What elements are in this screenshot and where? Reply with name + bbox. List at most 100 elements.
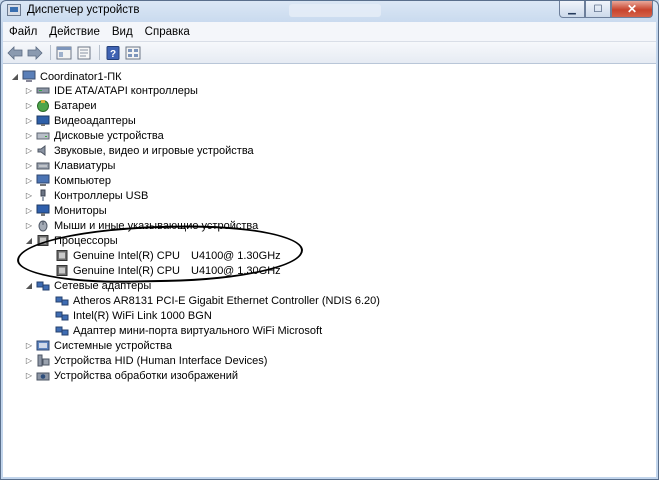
back-button[interactable] — [6, 45, 24, 61]
tree-item-batteries[interactable]: ▷ Батареи — [25, 98, 97, 113]
tree-item-display-adapters[interactable]: ▷ Видеоадаптеры — [25, 113, 136, 128]
expand-icon[interactable]: ▷ — [25, 341, 33, 350]
collapse-icon[interactable]: ◢ — [11, 72, 19, 81]
help-icon: ? — [106, 45, 120, 60]
tree-item-cpu-0[interactable]: Genuine Intel(R) CPU U4100 @ 1.30GHz — [55, 248, 281, 263]
tree-label: Дисковые устройства — [54, 129, 164, 142]
tree-item-hid[interactable]: ▷ Устройства HID (Human Interface Device… — [25, 353, 267, 368]
tree-item-net-1[interactable]: Intel(R) WiFi Link 1000 BGN — [55, 308, 212, 323]
properties-icon — [77, 46, 91, 59]
tree-label: Компьютер — [54, 174, 111, 187]
tree-item-mice[interactable]: ▷ Мыши и иные указывающие устройства — [25, 218, 258, 233]
cpu-model: U4100 — [191, 249, 224, 262]
system-device-icon — [36, 340, 50, 351]
expand-icon[interactable]: ▷ — [25, 116, 33, 125]
maximize-button[interactable]: ☐ — [585, 1, 611, 18]
tree-label: IDE ATA/ATAPI контроллеры — [54, 84, 198, 97]
display-adapter-icon — [36, 115, 50, 126]
window-title: Диспетчер устройств — [27, 4, 140, 16]
tree-label: Клавиатуры — [54, 159, 116, 172]
tree-item-disk-drives[interactable]: ▷ Дисковые устройства — [25, 128, 164, 143]
root-label: Coordinator1-ПК — [40, 70, 122, 83]
tree-label: Устройства HID (Human Interface Devices) — [54, 354, 268, 367]
ide-controller-icon — [36, 87, 50, 94]
usb-icon — [40, 189, 46, 201]
console-tree-icon — [56, 46, 72, 59]
show-hide-tree-button[interactable] — [55, 45, 73, 61]
minimize-button[interactable]: ▁ — [559, 1, 585, 18]
properties-button[interactable] — [75, 45, 93, 61]
expand-icon[interactable]: ▷ — [25, 131, 33, 140]
tree-label: Процессоры — [54, 234, 118, 247]
tree-label: Контроллеры USB — [54, 189, 149, 202]
cpu-name: Genuine Intel(R) CPU — [73, 264, 180, 277]
collapse-icon[interactable]: ◢ — [25, 281, 33, 290]
tree-label: Видеоадаптеры — [54, 114, 136, 127]
camera-icon — [36, 372, 50, 381]
expand-icon[interactable]: ▷ — [25, 176, 33, 185]
device-tree: ◢ Coordinator1-ПК ▷ IDE ATA/ATAPI контро… — [3, 64, 656, 477]
tree-item-ide[interactable]: ▷ IDE ATA/ATAPI контроллеры — [25, 83, 198, 98]
expand-icon[interactable]: ▷ — [25, 356, 33, 365]
close-icon: ✕ — [626, 2, 638, 16]
tree-label: Батареи — [54, 99, 97, 112]
network-adapter-icon — [55, 311, 69, 321]
expand-icon[interactable]: ▷ — [25, 146, 33, 155]
expand-icon[interactable]: ▷ — [25, 221, 33, 230]
expand-icon[interactable]: ▷ — [25, 371, 33, 380]
collapse-icon[interactable]: ◢ — [25, 236, 33, 245]
help-button[interactable]: ? — [104, 45, 122, 61]
device-view-button[interactable] — [124, 45, 142, 61]
svg-text:?: ? — [110, 49, 116, 60]
minimize-icon: ▁ — [568, 3, 576, 15]
network-adapter-icon — [55, 326, 69, 336]
title-bar[interactable]: Диспетчер устройств ▁ ☐ ✕ — [1, 1, 658, 21]
menu-action[interactable]: Действие — [43, 26, 106, 38]
menu-file[interactable]: Файл — [3, 26, 43, 38]
forward-button[interactable] — [26, 45, 44, 61]
forward-arrow-icon — [27, 45, 43, 60]
window-controls: ▁ ☐ ✕ — [559, 1, 653, 19]
tree-label: Устройства обработки изображений — [54, 369, 239, 382]
tree-item-keyboards[interactable]: ▷ Клавиатуры — [25, 158, 115, 173]
device-manager-window: Диспетчер устройств ▁ ☐ ✕ Файл Действие … — [0, 0, 659, 480]
menu-view[interactable]: Вид — [106, 26, 139, 38]
tree-item-system[interactable]: ▷ Системные устройства — [25, 338, 172, 353]
tree-label: Intel(R) WiFi Link 1000 BGN — [73, 309, 212, 322]
processor-icon — [56, 250, 68, 261]
expand-icon[interactable]: ▷ — [25, 191, 33, 200]
tree-item-computer[interactable]: ▷ Компьютер — [25, 173, 111, 188]
device-tree-panel: ◢ Coordinator1-ПК ▷ IDE ATA/ATAPI контро… — [3, 64, 656, 477]
tree-item-sound[interactable]: ▷ Звуковые, видео и игровые устройства — [25, 143, 254, 158]
processor-icon — [37, 235, 49, 246]
tree-label: Звуковые, видео и игровые устройства — [54, 144, 254, 157]
blurred-area — [289, 4, 381, 17]
tree-label: Адаптер мини-порта виртуального WiFi Mic… — [73, 324, 323, 337]
network-adapter-icon — [55, 296, 69, 306]
expand-icon[interactable]: ▷ — [25, 206, 33, 215]
tree-item-usb[interactable]: ▷ Контроллеры USB — [25, 188, 148, 203]
tree-item-processors[interactable]: ◢ Процессоры — [25, 233, 118, 248]
processor-icon — [56, 265, 68, 276]
tree-item-network[interactable]: ◢ Сетевые адаптеры — [25, 278, 151, 293]
menu-bar: Файл Действие Вид Справка — [3, 22, 656, 42]
tree-item-cpu-1[interactable]: Genuine Intel(R) CPU U4100 @ 1.30GHz — [55, 263, 281, 278]
tree-root[interactable]: ◢ Coordinator1-ПК — [11, 69, 122, 84]
cpu-frequency: @ 1.30GHz — [223, 264, 281, 277]
tree-label: Системные устройства — [54, 339, 173, 352]
close-button[interactable]: ✕ — [611, 1, 653, 18]
expand-icon[interactable]: ▷ — [25, 101, 33, 110]
menu-help[interactable]: Справка — [139, 26, 196, 38]
tree-label: Мониторы — [54, 204, 107, 217]
tree-item-net-2[interactable]: Адаптер мини-порта виртуального WiFi Mic… — [55, 323, 322, 338]
cpu-name: Genuine Intel(R) CPU — [73, 249, 180, 262]
tree-item-monitors[interactable]: ▷ Мониторы — [25, 203, 107, 218]
tree-item-net-0[interactable]: Atheros AR8131 PCI-E Gigabit Ethernet Co… — [55, 293, 380, 308]
expand-icon[interactable]: ▷ — [25, 161, 33, 170]
back-arrow-icon — [7, 45, 23, 60]
maximize-icon: ☐ — [593, 3, 603, 15]
tree-item-imaging[interactable]: ▷ Устройства обработки изображений — [25, 368, 238, 383]
expand-icon[interactable]: ▷ — [25, 86, 33, 95]
tree-label: Сетевые адаптеры — [54, 279, 152, 292]
hid-icon — [37, 354, 50, 367]
